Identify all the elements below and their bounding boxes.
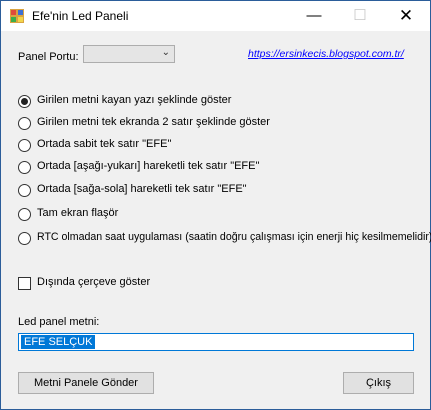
blog-link[interactable]: https://ersinkecis.blogspot.com.tr/ — [248, 48, 404, 60]
led-text-input[interactable]: EFE SELÇUK — [18, 333, 414, 351]
title-bar: Efe'nin Led Paneli — ☐ ✕ — [1, 1, 430, 31]
send-to-panel-button[interactable]: Metni Panele Gönder — [18, 372, 154, 394]
text-field-label: Led panel metni: — [18, 316, 100, 328]
radio-button[interactable] — [18, 184, 31, 197]
frame-checkbox-label: Dışında çerçeve göster — [37, 276, 151, 288]
radio-button[interactable] — [18, 161, 31, 174]
maximize-button[interactable]: ☐ — [337, 1, 383, 31]
radio-button[interactable] — [18, 117, 31, 130]
app-icon — [10, 9, 24, 23]
window-title: Efe'nin Led Paneli — [32, 9, 129, 23]
exit-button[interactable]: Çıkış — [343, 372, 414, 394]
main-window: Efe'nin Led Paneli — ☐ ✕ Panel Portu: ⌄ … — [0, 0, 431, 410]
option-label: Girilen metni tek ekranda 2 satır şeklin… — [37, 116, 270, 128]
radio-button[interactable] — [18, 208, 31, 221]
chevron-down-icon: ⌄ — [161, 47, 170, 58]
radio-button[interactable] — [18, 95, 31, 108]
radio-button[interactable] — [18, 232, 31, 245]
minimize-button[interactable]: — — [291, 1, 337, 31]
led-text-value: EFE SELÇUK — [21, 335, 96, 349]
frame-checkbox[interactable] — [18, 277, 31, 290]
option-label: RTC olmadan saat uygulaması (saatin doğr… — [37, 231, 431, 243]
option-label: Ortada [aşağı-yukarı] hareketli tek satı… — [37, 160, 260, 172]
option-label: Ortada sabit tek satır "EFE" — [37, 138, 172, 150]
radio-button[interactable] — [18, 139, 31, 152]
option-label: Girilen metni kayan yazı şeklinde göster — [37, 94, 232, 106]
option-label: Tam ekran flaşör — [37, 207, 119, 219]
port-dropdown[interactable]: ⌄ — [83, 45, 175, 63]
close-button[interactable]: ✕ — [383, 1, 429, 31]
option-label: Ortada [sağa-sola] hareketli tek satır "… — [37, 183, 247, 195]
port-label: Panel Portu: — [18, 51, 79, 63]
